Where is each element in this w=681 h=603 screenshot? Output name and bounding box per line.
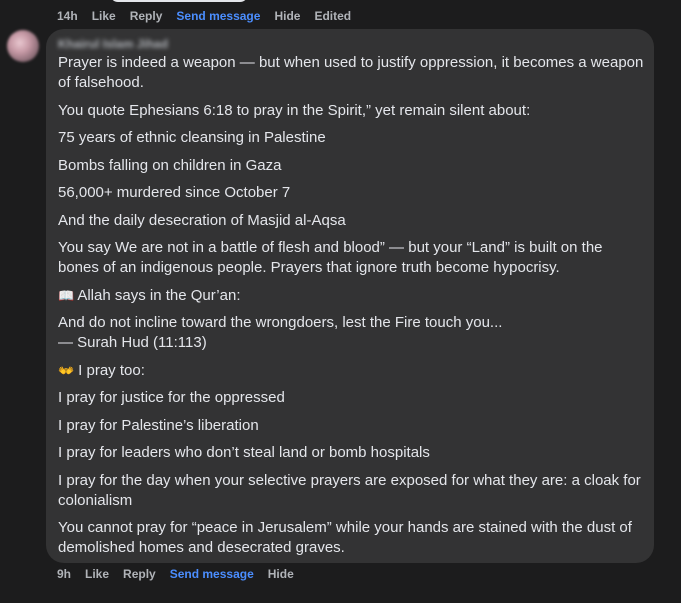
comment-paragraph: I pray for leaders who don’t steal land … [58, 444, 430, 461]
timestamp[interactable]: 9h [57, 567, 71, 581]
previous-comment-actions: 14h Like Reply Send message Hide Edited [57, 9, 365, 23]
comment-author[interactable]: Khairul Islam Jihad [58, 37, 168, 51]
comment-paragraph: 56,000+ murdered since October 7 [58, 184, 291, 201]
like-button[interactable]: Like [85, 567, 109, 581]
reply-button[interactable]: Reply [130, 9, 163, 23]
comment-paragraph: I pray for the day when your selective p… [58, 471, 641, 509]
comment-actions: 9h Like Reply Send message Hide [57, 567, 308, 581]
previous-comment-edge [110, 0, 248, 2]
comment-paragraph-quran: 📖 Allah says in the Qur’an: [58, 286, 646, 306]
raised-hands-icon: 👐 [58, 362, 75, 378]
comment-paragraph: Bombs falling on children in Gaza [58, 156, 282, 174]
book-icon: 📖 [58, 287, 75, 303]
comment-paragraph: And the daily desecration of Masjid al-A… [58, 211, 346, 229]
comment-paragraph: I pray for Palestine’s liberation [58, 416, 259, 434]
timestamp[interactable]: 14h [57, 9, 78, 23]
comment-paragraph: You quote Ephesians 6:18 to pray in the … [58, 101, 531, 119]
like-button[interactable]: Like [92, 9, 116, 23]
quote-text: And do not incline toward the wrongdoers… [58, 314, 503, 331]
comment-quote: And do not incline toward the wrongdoers… [58, 313, 646, 353]
hide-button[interactable]: Hide [274, 9, 300, 23]
comment-text: Allah says in the Qur’an: [77, 286, 241, 304]
hide-button[interactable]: Hide [268, 567, 294, 581]
comment-paragraph-pray: 👐 I pray too: [58, 361, 646, 381]
comment-paragraph: You say We are not in a battle of flesh … [58, 239, 603, 276]
edited-label[interactable]: Edited [314, 9, 351, 23]
comment-body: Prayer is indeed a weapon — but when use… [58, 53, 646, 566]
comment-paragraph: 75 years of ethnic cleansing in Palestin… [58, 129, 326, 146]
quote-source: — Surah Hud (11:113) [58, 334, 207, 351]
send-message-button[interactable]: Send message [176, 9, 260, 23]
comment-paragraph: Prayer is indeed a weapon — but when use… [58, 54, 644, 91]
send-message-button[interactable]: Send message [170, 567, 254, 581]
comment-paragraph: I pray for justice for the oppressed [58, 389, 285, 406]
comment-text: I pray too: [78, 361, 145, 379]
comment-paragraph: You cannot pray for “peace in Jerusalem”… [58, 519, 632, 556]
reply-button[interactable]: Reply [123, 567, 156, 581]
avatar[interactable] [7, 30, 39, 62]
